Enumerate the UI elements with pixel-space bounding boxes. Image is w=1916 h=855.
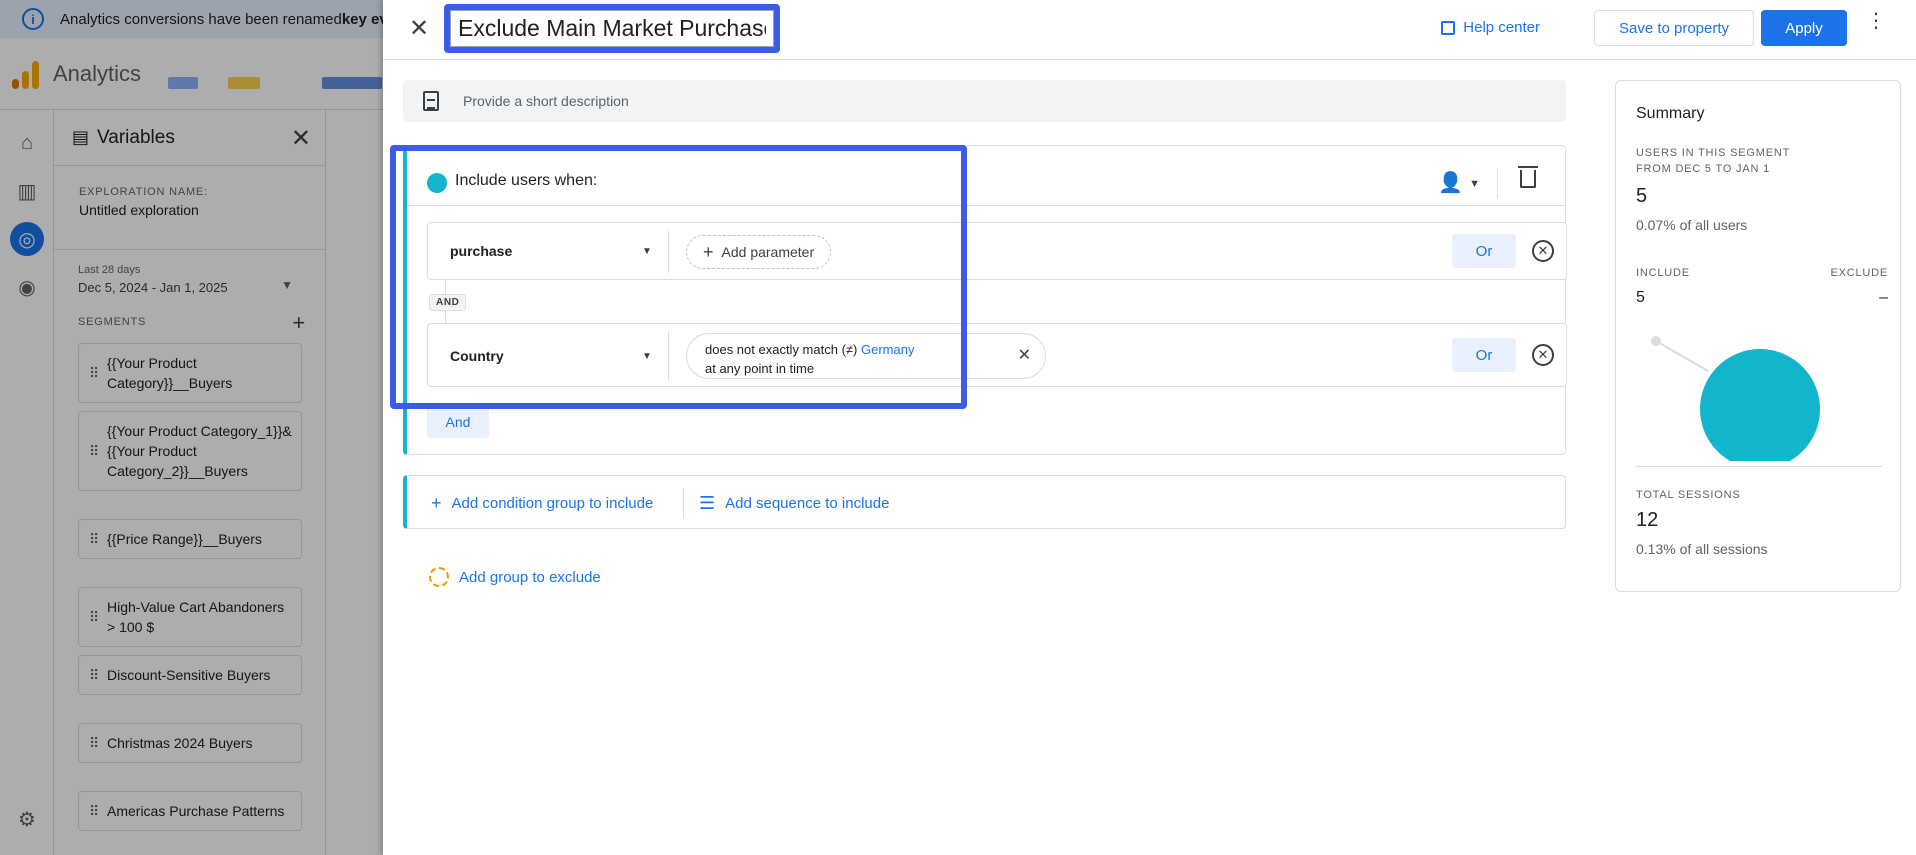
sessions-percent: 0.13% of all sessions (1636, 541, 1768, 557)
dashed-circle-icon (429, 567, 449, 587)
apply-button[interactable]: Apply (1761, 10, 1847, 46)
users-caption: USERS IN THIS SEGMENT FROM DEC 5 TO JAN … (1636, 145, 1790, 177)
dialog-header: ✕ Help center Save to property Apply ⋮ (383, 0, 1916, 60)
clear-filter-icon[interactable]: ✕ (1018, 346, 1031, 365)
sessions-caption: TOTAL SESSIONS (1636, 489, 1741, 501)
and-badge: AND (429, 294, 467, 311)
divider (683, 488, 684, 518)
dimension-select[interactable]: Country (450, 348, 504, 364)
divider (668, 231, 669, 273)
segment-name-input[interactable] (450, 10, 774, 47)
filter-scope: at any point in time (705, 361, 815, 376)
include-exclude-pie-chart (1651, 336, 1820, 461)
include-pie-slice (1700, 349, 1820, 461)
and-button[interactable]: And (427, 406, 489, 438)
add-condition-group-link[interactable]: + Add condition group to include (431, 493, 653, 514)
sessions-value: 12 (1636, 509, 1659, 531)
include-label: INCLUDE (1636, 267, 1690, 279)
user-scope-icon[interactable]: 👤 ▼ (1438, 170, 1480, 195)
plus-icon: + (431, 493, 442, 513)
help-center-link[interactable]: Help center (1441, 19, 1540, 36)
document-icon (423, 91, 439, 111)
open-in-new-icon (1441, 20, 1456, 35)
users-caption-line2: FROM DEC 5 TO JAN 1 (1636, 163, 1770, 175)
add-sequence-link[interactable]: ☰ Add sequence to include (699, 493, 889, 514)
include-condition-group: Include users when: 👤 ▼ purchase ▼ + Add … (403, 145, 1567, 455)
help-center-label: Help center (1463, 19, 1540, 36)
remove-condition-icon[interactable]: ✕ (1532, 344, 1554, 366)
chevron-down-icon[interactable]: ▼ (642, 351, 652, 362)
users-percent: 0.07% of all users (1636, 217, 1748, 233)
remove-condition-icon[interactable]: ✕ (1532, 240, 1554, 262)
condition-group-header: Include users when: 👤 ▼ (407, 146, 1566, 206)
add-parameter-button[interactable]: + Add parameter (686, 235, 832, 269)
include-users-label: Include users when: (455, 172, 598, 189)
condition-row: purchase ▼ + Add parameter Or ✕ (427, 222, 1567, 280)
more-vert-icon[interactable]: ⋮ (1866, 11, 1886, 31)
users-caption-line1: USERS IN THIS SEGMENT (1636, 147, 1791, 159)
sequence-list-icon: ☰ (699, 493, 716, 513)
segment-name-highlight (444, 4, 780, 53)
description-field[interactable] (403, 80, 1566, 122)
filter-operator: does not exactly match (≠) (705, 342, 861, 357)
add-group-card: + Add condition group to include ☰ Add s… (403, 475, 1566, 529)
pie-leader-line (1655, 340, 1709, 372)
divider (668, 332, 669, 380)
add-exclude-label: Add group to exclude (459, 568, 601, 586)
pie-leader-dot (1651, 336, 1661, 346)
close-icon[interactable]: ✕ (409, 14, 429, 43)
dimension-select[interactable]: purchase (450, 243, 512, 259)
add-sequence-label: Add sequence to include (725, 495, 890, 512)
summary-panel: Summary USERS IN THIS SEGMENT FROM DEC 5… (1615, 80, 1901, 592)
divider (1636, 466, 1882, 467)
group-color-dot (427, 173, 447, 193)
save-to-property-button[interactable]: Save to property (1594, 10, 1754, 46)
description-input[interactable] (463, 93, 1463, 109)
summary-title: Summary (1636, 105, 1705, 122)
divider (1497, 168, 1498, 198)
plus-icon: + (703, 241, 714, 262)
chevron-down-icon[interactable]: ▼ (642, 246, 652, 257)
or-button[interactable]: Or (1452, 234, 1516, 268)
add-parameter-label: Add parameter (721, 244, 815, 260)
users-value: 5 (1636, 185, 1648, 207)
delete-icon[interactable] (1518, 166, 1538, 188)
exclude-label: EXCLUDE (1830, 267, 1888, 279)
or-button[interactable]: Or (1452, 338, 1516, 372)
segment-builder-dialog: ✕ Help center Save to property Apply ⋮ I… (383, 0, 1916, 855)
add-exclude-group-link[interactable]: Add group to exclude (429, 567, 601, 587)
filter-chip[interactable]: does not exactly match (≠) Germany at an… (686, 333, 1046, 379)
add-condition-group-label: Add condition group to include (451, 495, 654, 512)
chevron-down-icon: ▼ (1469, 177, 1480, 190)
filter-value: Germany (860, 342, 915, 357)
condition-row: Country ▼ does not exactly match (≠) Ger… (427, 323, 1567, 387)
